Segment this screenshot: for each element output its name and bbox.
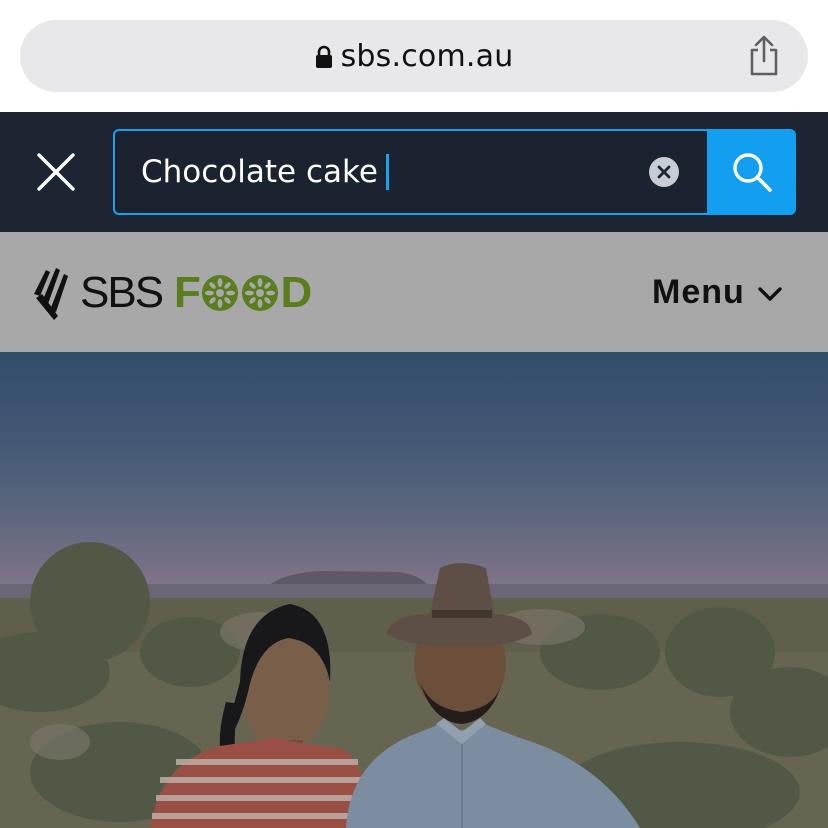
search-submit-button[interactable] [707,129,796,215]
url-field[interactable]: sbs.com.au [20,20,808,92]
logo-sbs-text: SBS [80,268,164,317]
lime-slice-icon-2 [242,275,279,311]
hero-photo-illustration [0,352,828,828]
close-search-button[interactable] [30,146,82,198]
url-display: sbs.com.au [20,20,808,92]
search-icon [732,153,772,192]
lock-icon [315,45,332,68]
text-caret [385,153,389,190]
logo-food-end: D [280,268,312,317]
search-input[interactable]: Chocolate cake [113,129,707,215]
browser-address-bar: sbs.com.au [0,0,828,112]
clear-icon [657,165,671,179]
search-bar: Chocolate cake [0,112,828,232]
close-icon [37,153,75,191]
clear-search-button[interactable] [649,157,679,187]
share-icon[interactable] [744,34,784,78]
chevron-down-icon [758,287,782,301]
site-header: SBS F D Menu [0,232,828,352]
search-input-text-wrap: Chocolate cake [141,131,389,213]
logo-food-start: F [174,268,201,317]
logo-food-text: F D [174,268,312,318]
hero-image [0,352,828,828]
sbs-logo-mark-icon [34,268,68,320]
menu-label: Menu [652,272,745,311]
sbs-food-logo[interactable]: SBS F D [32,262,312,324]
lime-slice-icon [202,275,239,311]
url-text: sbs.com.au [340,38,514,74]
search-input-value: Chocolate cake [141,154,378,190]
menu-button[interactable]: Menu [652,272,783,312]
